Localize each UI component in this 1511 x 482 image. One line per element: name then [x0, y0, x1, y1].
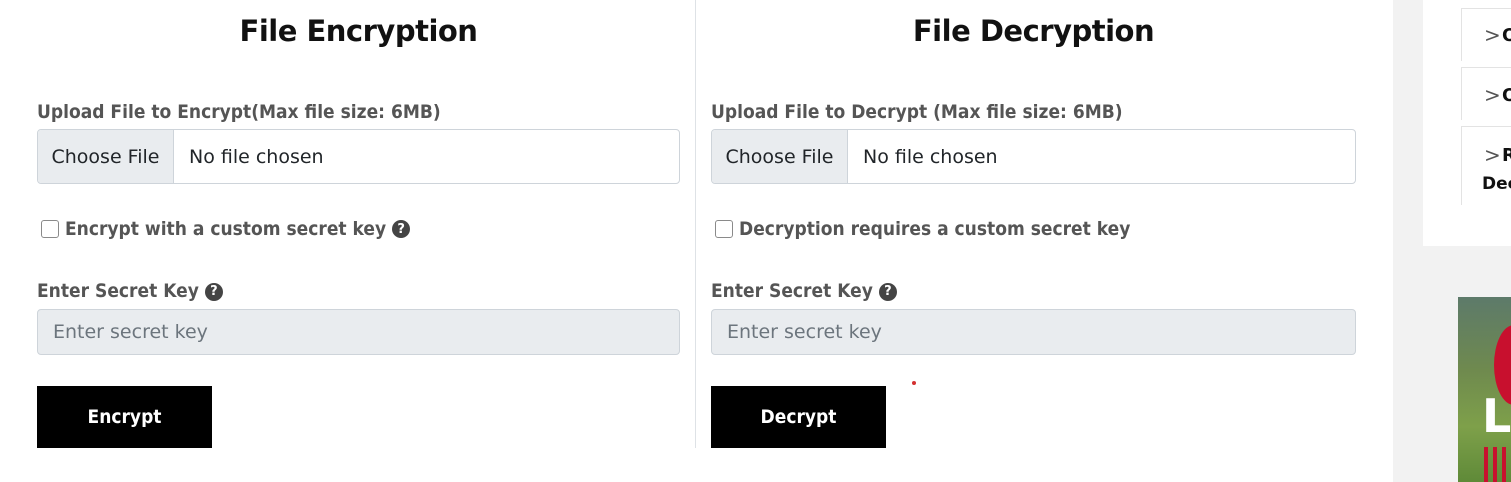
chevron-right-icon: > — [1484, 83, 1501, 107]
panel-divider — [695, 0, 696, 448]
encryption-panel: File Encryption Upload File to Encrypt(M… — [37, 0, 680, 448]
decryption-panel: File Decryption Upload File to Decrypt (… — [711, 0, 1356, 448]
decrypt-file-status: No file chosen — [863, 145, 998, 168]
encrypt-custom-key-help-icon[interactable]: ? — [392, 220, 411, 238]
decrypt-button[interactable]: Decrypt — [711, 386, 886, 448]
decrypt-custom-key-label[interactable]: Decryption requires a custom secret key — [739, 218, 1130, 240]
ad-stripe — [1484, 447, 1511, 482]
ad-banner-image[interactable]: L — [1458, 297, 1511, 482]
encrypt-secret-key-label: Enter Secret Key? — [37, 280, 223, 302]
encrypt-custom-key-label[interactable]: Encrypt with a custom secret key — [65, 218, 386, 240]
decrypt-secret-key-label-text: Enter Secret Key — [711, 280, 873, 302]
chevron-right-icon: > — [1484, 23, 1501, 47]
decrypt-upload-label: Upload File to Decrypt (Max file size: 6… — [711, 101, 1123, 123]
decrypt-choose-file-button[interactable]: Choose File — [712, 130, 848, 183]
sidebar-item-3-text: R — [1502, 145, 1511, 166]
encrypt-custom-key-checkbox[interactable] — [41, 220, 59, 238]
decrypt-custom-key-row: Decryption requires a custom secret key — [715, 218, 1130, 240]
sidebar-item-3-subtext: Dec — [1482, 174, 1511, 194]
sidebar-item-1[interactable]: > O — [1461, 8, 1511, 61]
encrypt-upload-label: Upload File to Encrypt(Max file size: 6M… — [37, 101, 441, 123]
sidebar-item-3[interactable]: > R Dec — [1461, 126, 1511, 205]
encryption-title: File Encryption — [239, 14, 478, 48]
cursor-dot — [912, 381, 916, 385]
encrypt-secret-key-input[interactable] — [37, 309, 680, 355]
chevron-right-icon: > — [1484, 143, 1501, 167]
decrypt-secret-key-help-icon[interactable]: ? — [878, 282, 897, 301]
sidebar-item-2[interactable]: > O — [1461, 67, 1511, 120]
encrypt-file-input[interactable]: Choose File No file chosen — [37, 129, 680, 184]
decryption-title: File Decryption — [912, 14, 1155, 48]
encrypt-button[interactable]: Encrypt — [37, 386, 212, 448]
sidebar-item-1-text: O — [1502, 25, 1511, 46]
sidebar-item-2-text: O — [1502, 85, 1511, 106]
encrypt-file-status: No file chosen — [189, 145, 324, 168]
decrypt-secret-key-label: Enter Secret Key? — [711, 280, 897, 302]
encrypt-secret-key-label-text: Enter Secret Key — [37, 280, 199, 302]
encrypt-secret-key-help-icon[interactable]: ? — [204, 282, 223, 301]
decrypt-custom-key-checkbox[interactable] — [715, 220, 733, 238]
decrypt-file-input[interactable]: Choose File No file chosen — [711, 129, 1356, 184]
ad-letter: L — [1482, 389, 1511, 443]
encrypt-choose-file-button[interactable]: Choose File — [38, 130, 174, 183]
decrypt-secret-key-input[interactable] — [711, 309, 1356, 355]
encrypt-custom-key-row: Encrypt with a custom secret key ? — [41, 218, 411, 240]
